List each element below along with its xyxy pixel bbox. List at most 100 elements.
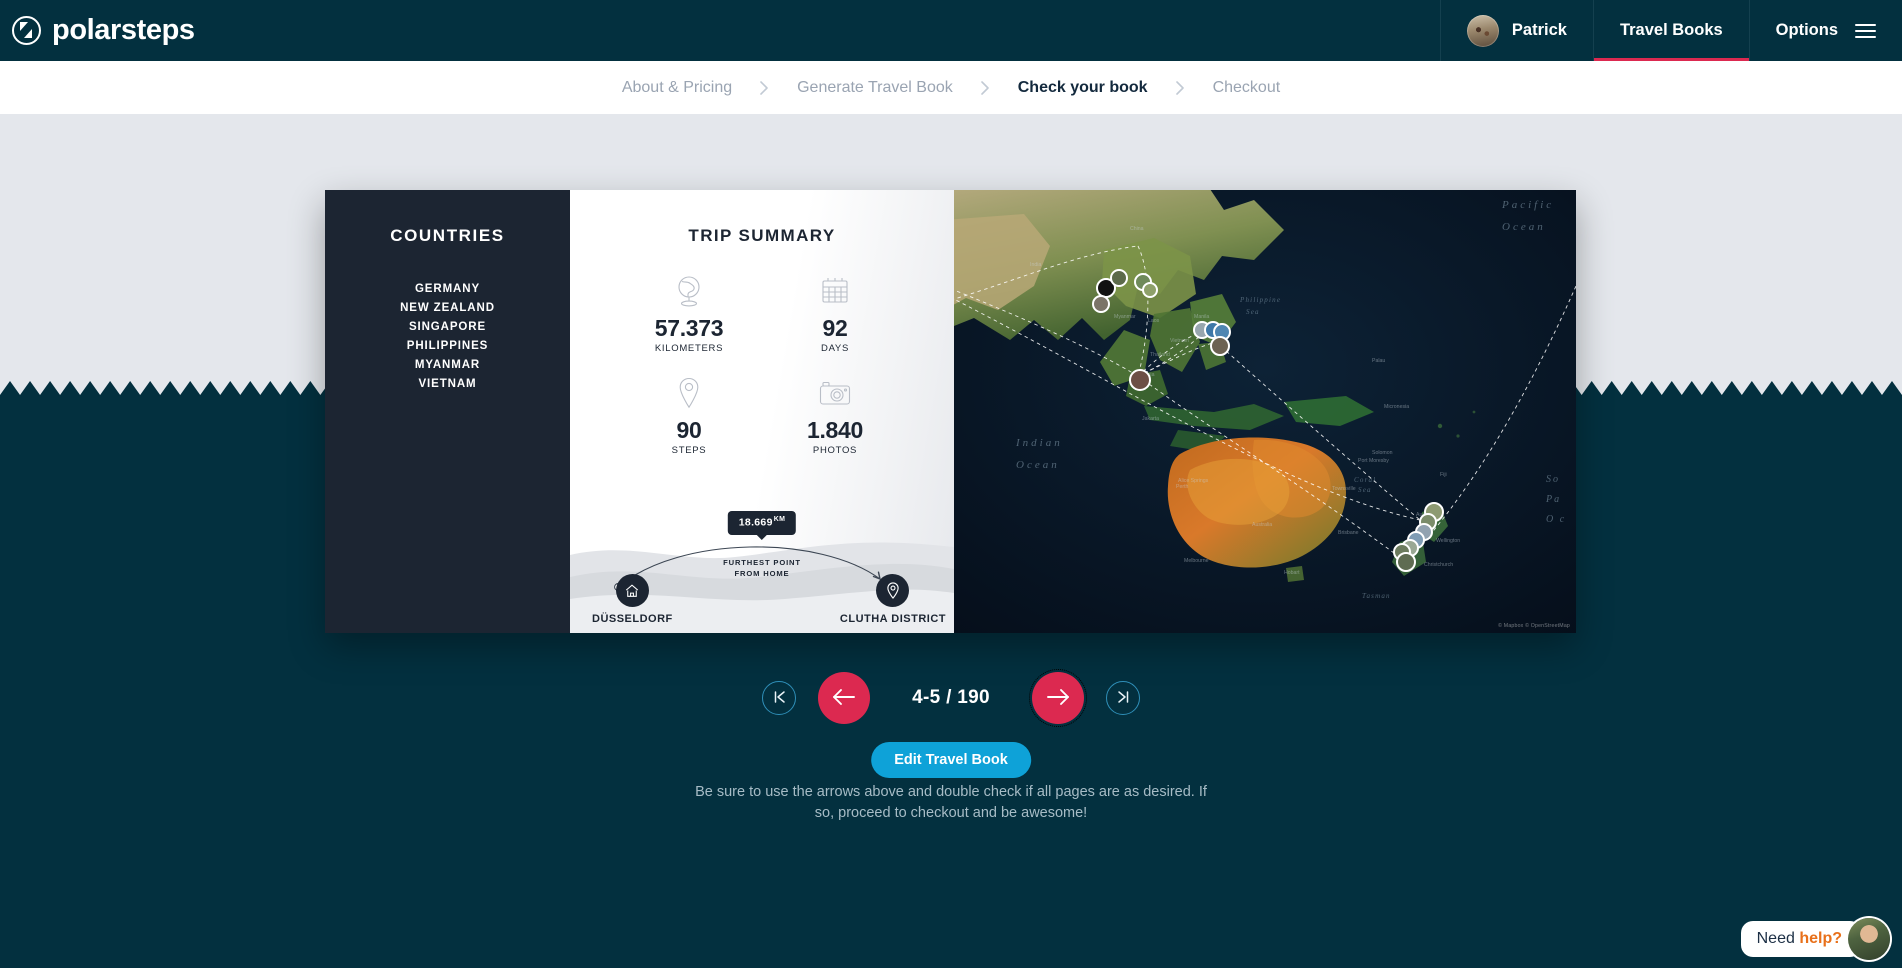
furthest-caption-line1: FURTHEST POINT (723, 558, 801, 567)
svg-text:Fiji: Fiji (1440, 472, 1447, 478)
home-icon (615, 574, 649, 607)
furthest-destination: CLUTHA DISTRICT (840, 574, 946, 625)
list-item: PHILIPPINES (406, 340, 489, 352)
edit-travel-book-button[interactable]: Edit Travel Book (871, 742, 1031, 778)
svg-text:Jakarta: Jakarta (1142, 416, 1159, 422)
furthest-distance-badge: 18.669KM (727, 511, 797, 535)
stat-label: PHOTOS (812, 445, 858, 456)
furthest-distance-unit: KM (773, 516, 786, 523)
svg-text:Hobart: Hobart (1284, 570, 1300, 576)
furthest-point-caption: FURTHEST POINT FROM HOME (723, 557, 801, 580)
nav-user-name: Patrick (1511, 21, 1567, 39)
skip-to-last-icon (1116, 690, 1131, 707)
list-item: NEW ZEALAND (400, 302, 495, 314)
furthest-destination-name: CLUTHA DISTRICT (839, 613, 946, 625)
travel-book-preview-spread[interactable]: COUNTRIES GERMANY NEW ZEALAND SINGAPORE … (325, 190, 1576, 633)
map-pin-icon (876, 574, 910, 607)
need-help-bubble[interactable]: Need help? (1740, 921, 1862, 957)
calendar-icon (762, 274, 908, 308)
furthest-origin: DÜSSELDORF (592, 574, 673, 625)
hamburger-icon[interactable] (1855, 23, 1876, 38)
breadcrumb-step-generate-travel-book[interactable]: Generate Travel Book (797, 79, 953, 97)
stat-photos: 1.840 PHOTOS (762, 376, 908, 456)
svg-text:Perth: Perth (1176, 484, 1189, 490)
stat-value: 57.373 (654, 315, 724, 341)
svg-text:So: So (1546, 474, 1560, 485)
svg-text:Townsville: Townsville (1332, 486, 1356, 492)
breadcrumb: About & Pricing Generate Travel Book Che… (0, 61, 1902, 114)
brand-logo[interactable]: polarsteps (0, 0, 195, 61)
map-pin-icon (616, 376, 762, 410)
svg-text:Micronesia: Micronesia (1384, 404, 1409, 410)
svg-text:Australia: Australia (1252, 522, 1272, 528)
svg-text:Ocean: Ocean (1502, 221, 1546, 233)
stat-value: 90 (676, 417, 702, 443)
list-item: SINGAPORE (408, 321, 487, 333)
breadcrumb-step-checkout[interactable]: Checkout (1213, 79, 1281, 97)
chevron-right-icon (1175, 80, 1185, 95)
svg-text:India: India (1030, 262, 1041, 268)
chevron-right-icon (980, 80, 990, 95)
svg-text:Coral: Coral (1354, 476, 1376, 484)
svg-text:Brisbane: Brisbane (1338, 530, 1359, 536)
stat-value: 92 (822, 315, 848, 341)
next-page-button[interactable] (1029, 669, 1087, 727)
stat-value: 1.840 (806, 417, 864, 443)
page-navigation: 4-5 / 190 (0, 669, 1902, 727)
book-page-trip-summary: TRIP SUMMARY 57.373 KILOMETERS 92 DAYS 9… (570, 190, 954, 633)
globe-icon (616, 274, 762, 308)
breadcrumb-step-check-your-book[interactable]: Check your book (1018, 79, 1148, 97)
arrow-right-icon (1046, 688, 1070, 709)
support-agent-avatar (1848, 918, 1890, 960)
need-help-text: Need (1756, 930, 1800, 947)
svg-text:China: China (1130, 226, 1144, 232)
nav-item-travel-books[interactable]: Travel Books (1592, 0, 1749, 61)
stat-steps: 90 STEPS (616, 376, 762, 456)
camera-icon (762, 376, 908, 410)
trip-summary-stats: 57.373 KILOMETERS 92 DAYS 90 STEPS 1.840… (570, 274, 954, 456)
svg-text:Pacific: Pacific (1501, 199, 1554, 211)
furthest-caption-line2: FROM HOME (734, 569, 790, 579)
svg-text:Pa: Pa (1545, 494, 1561, 505)
stat-label: DAYS (821, 343, 849, 354)
first-page-button[interactable] (762, 681, 796, 715)
stat-kilometers: 57.373 KILOMETERS (616, 274, 762, 354)
nav-item-options-label: Options (1775, 21, 1838, 39)
stat-days: 92 DAYS (762, 274, 908, 354)
breadcrumb-step-about-pricing[interactable]: About & Pricing (622, 79, 732, 97)
chevron-right-icon (760, 80, 769, 95)
svg-text:Melbourne: Melbourne (1184, 558, 1209, 564)
book-page-map: Pacific Ocean Indian Ocean So Pa O c Phi… (954, 190, 1576, 633)
list-item: VIETNAM (418, 378, 477, 390)
last-page-button[interactable] (1106, 681, 1140, 715)
avatar (1466, 14, 1499, 47)
svg-text:Sea: Sea (1246, 308, 1260, 316)
svg-text:Sea: Sea (1358, 486, 1372, 494)
svg-text:Wellington: Wellington (1436, 538, 1460, 544)
furthest-distance-value: 18.669 (738, 516, 773, 529)
stat-label: KILOMETERS (654, 343, 724, 354)
list-item: GERMANY (414, 283, 481, 295)
stat-label: STEPS (671, 445, 707, 456)
nav-item-options[interactable]: Options (1748, 0, 1902, 61)
svg-text:Manila: Manila (1194, 314, 1209, 320)
previous-page-button[interactable] (818, 672, 870, 724)
nav-user-account[interactable]: Patrick (1439, 0, 1593, 61)
furthest-origin-name: DÜSSELDORF (592, 613, 673, 625)
svg-text:Ocean: Ocean (1016, 459, 1060, 471)
furthest-point-section: 18.669KM FURTHEST POINT FROM HOME DÜSSEL… (570, 501, 954, 633)
need-help-widget[interactable]: Need help? (1740, 918, 1890, 960)
svg-text:Myanmar: Myanmar (1114, 314, 1136, 320)
top-navigation-bar: polarsteps Patrick Travel Books Options (0, 0, 1902, 61)
world-map-illustration: Pacific Ocean Indian Ocean So Pa O c Phi… (954, 190, 1576, 633)
svg-text:Port Moresby: Port Moresby (1358, 458, 1389, 464)
svg-text:Indian: Indian (1015, 437, 1063, 449)
compass-logo-icon (12, 16, 41, 45)
countries-title: COUNTRIES (390, 226, 505, 245)
checkout-hint-text: Be sure to use the arrows above and doub… (695, 784, 1207, 821)
trip-summary-title: TRIP SUMMARY (688, 226, 836, 245)
svg-text:Laos: Laos (1148, 318, 1160, 324)
skip-to-first-icon (772, 690, 787, 707)
nav-item-travel-books-label: Travel Books (1619, 21, 1723, 39)
need-help-bold: help? (1799, 930, 1842, 947)
